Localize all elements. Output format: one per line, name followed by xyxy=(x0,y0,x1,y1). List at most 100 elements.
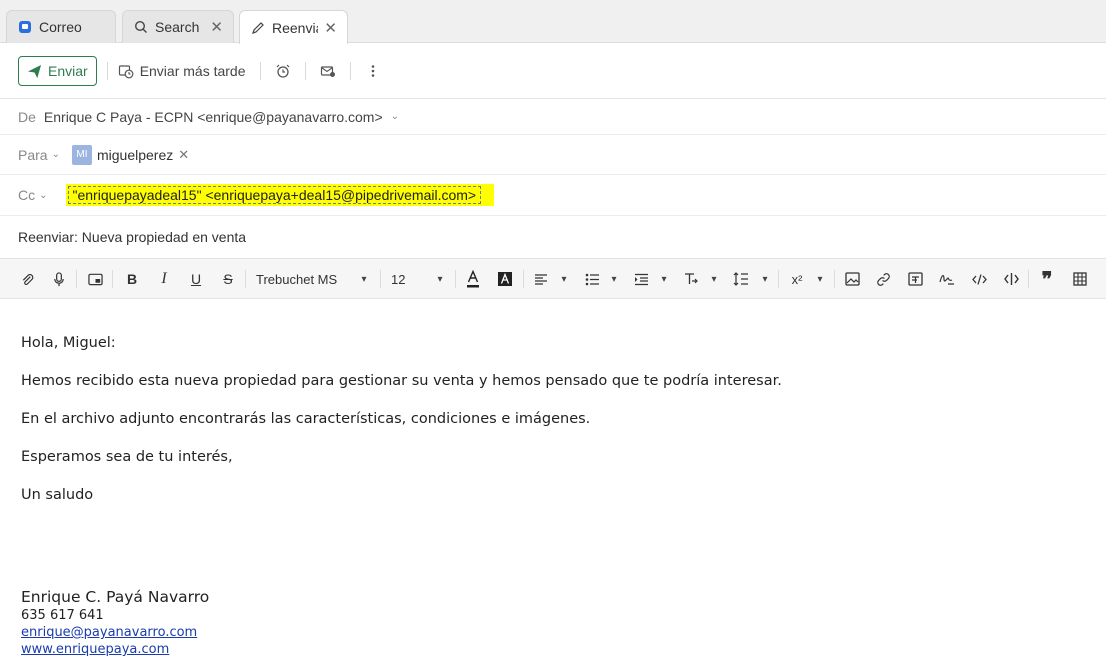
from-value: Enrique C Paya - ECPN <enrique@payanavar… xyxy=(43,108,383,125)
align-left-icon[interactable] xyxy=(532,269,550,289)
remove-recipient-icon[interactable]: ✕ xyxy=(178,147,189,163)
close-icon[interactable]: ✕ xyxy=(210,18,223,36)
table-icon[interactable] xyxy=(1071,269,1089,289)
tab-search[interactable]: Search ✕ xyxy=(122,10,234,43)
mail-app-icon xyxy=(17,19,33,35)
body-paragraph: Esperamos sea de tu interés, xyxy=(21,449,233,465)
subject-field[interactable]: Reenviar: Nueva propiedad en venta xyxy=(0,216,1106,258)
chevron-down-icon[interactable]: ▾ xyxy=(658,269,670,289)
subject-input[interactable]: Reenviar: Nueva propiedad en venta xyxy=(18,229,246,245)
divider xyxy=(455,270,456,288)
bold-button[interactable]: B xyxy=(123,269,141,289)
mail-tracking-icon[interactable] xyxy=(316,59,340,83)
divider xyxy=(304,62,306,80)
superscript-button[interactable]: x² xyxy=(787,269,807,289)
font-family-select[interactable]: Trebuchet MS xyxy=(256,269,338,289)
send-later-label: Enviar más tarde xyxy=(139,63,246,79)
text-color-icon[interactable] xyxy=(464,269,482,289)
cc-label-group[interactable]: Cc ⌄ xyxy=(18,187,48,203)
send-label: Enviar xyxy=(48,63,88,79)
indent-icon[interactable] xyxy=(632,269,650,289)
tab-correo[interactable]: Correo xyxy=(6,10,116,43)
signature-block: Enrique C. Payá Navarro 635 617 641 enri… xyxy=(21,588,209,658)
chevron-down-icon[interactable]: ▾ xyxy=(358,269,370,289)
signature-email-link[interactable]: enrique@payanavarro.com xyxy=(21,624,209,641)
divider xyxy=(380,270,381,288)
quote-icon[interactable]: ❞ xyxy=(1038,269,1056,291)
to-label: Para xyxy=(18,146,48,163)
avatar: MI xyxy=(71,144,92,165)
cc-value: "enriquepayadeal15" <enriquepaya+deal15@… xyxy=(67,186,482,204)
send-button[interactable]: Enviar xyxy=(18,56,97,86)
divider xyxy=(245,270,246,288)
compose-action-bar: Enviar Enviar más tarde xyxy=(0,44,1106,99)
signature-name: Enrique C. Payá Navarro xyxy=(21,588,210,606)
font-size-select[interactable]: 12 xyxy=(391,269,411,289)
chevron-down-icon[interactable]: ▾ xyxy=(708,269,720,289)
image-icon[interactable] xyxy=(843,269,861,289)
tab-reenviar[interactable]: Reenviar: N ✕ xyxy=(239,10,348,44)
divider xyxy=(112,270,113,288)
send-icon xyxy=(27,64,42,78)
schedule-send-icon xyxy=(118,65,134,79)
close-icon[interactable]: ✕ xyxy=(324,19,337,37)
strikethrough-button[interactable]: S xyxy=(219,269,237,289)
recipient-chip[interactable]: MI miguelperez ✕ xyxy=(71,144,189,165)
tab-bar: Correo Search ✕ Reenviar: N ✕ xyxy=(0,0,1106,44)
link-icon[interactable] xyxy=(874,269,892,289)
chevron-down-icon[interactable]: ▾ xyxy=(608,269,620,289)
line-height-icon[interactable] xyxy=(732,269,750,289)
divider xyxy=(106,62,108,80)
signature-icon[interactable] xyxy=(938,269,956,289)
to-label-group[interactable]: Para ⌄ xyxy=(18,147,60,163)
highlight-color-icon[interactable] xyxy=(496,269,514,289)
divider xyxy=(778,270,779,288)
message-body[interactable]: Hola, Miguel: Hemos recibido esta nueva … xyxy=(21,334,1081,524)
microphone-icon[interactable] xyxy=(50,269,68,289)
cc-input[interactable]: "enriquepayadeal15" <enriquepaya+deal15@… xyxy=(65,184,494,206)
body-paragraph: En el archivo adjunto encontrarás las ca… xyxy=(21,411,591,427)
underline-button[interactable]: U xyxy=(187,269,205,289)
body-paragraph: Hola, Miguel: xyxy=(21,335,116,351)
italic-button[interactable]: I xyxy=(155,269,173,289)
cc-label: Cc xyxy=(18,187,36,203)
signature-phone: 635 617 641 xyxy=(21,608,104,623)
from-label: De xyxy=(18,108,36,125)
chevron-down-icon[interactable]: ⌄ xyxy=(391,111,399,122)
divider xyxy=(834,270,835,288)
chevron-down-icon: ⌄ xyxy=(51,149,60,160)
send-later-button[interactable]: Enviar más tarde xyxy=(118,63,246,79)
tab-label: Reenviar: N xyxy=(272,19,318,36)
chevron-down-icon[interactable]: ▾ xyxy=(434,269,446,289)
alarm-clock-icon[interactable] xyxy=(271,59,295,83)
tab-label: Correo xyxy=(39,19,82,35)
code-icon[interactable] xyxy=(970,269,988,289)
more-options-icon[interactable] xyxy=(361,59,385,83)
chevron-down-icon[interactable]: ▾ xyxy=(814,269,826,289)
template-icon[interactable] xyxy=(86,269,104,289)
cc-field[interactable]: Cc ⌄ "enriquepayadeal15" <enriquepaya+de… xyxy=(0,175,1106,216)
signature-web-link[interactable]: www.enriquepaya.com xyxy=(21,641,209,658)
editor-toolbar: B I U S Trebuchet MS ▾ 12 ▾ ▾ ▾ ▾ ▾ ▾ x²… xyxy=(0,258,1106,299)
recipient-name: miguelperez xyxy=(96,146,174,163)
divider xyxy=(76,270,77,288)
to-field[interactable]: Para ⌄ MI miguelperez ✕ xyxy=(0,135,1106,175)
insert-field-icon[interactable] xyxy=(906,269,924,289)
body-paragraph: Un saludo xyxy=(21,487,94,503)
chevron-down-icon: ⌄ xyxy=(39,189,48,201)
pencil-icon xyxy=(250,20,266,36)
text-direction-icon[interactable] xyxy=(682,269,700,289)
divider xyxy=(1028,270,1029,288)
tab-label: Search xyxy=(155,19,200,35)
divider xyxy=(349,62,351,80)
from-field[interactable]: De Enrique C Paya - ECPN <enrique@payana… xyxy=(0,99,1106,135)
search-icon xyxy=(133,19,149,35)
divider xyxy=(523,270,524,288)
attachment-icon[interactable] xyxy=(18,269,36,289)
body-paragraph: Hemos recibido esta nueva propiedad para… xyxy=(21,373,782,389)
divider xyxy=(259,62,261,80)
chevron-down-icon[interactable]: ▾ xyxy=(558,269,570,289)
bullet-list-icon[interactable] xyxy=(583,269,601,289)
source-code-icon[interactable] xyxy=(1002,269,1020,289)
chevron-down-icon[interactable]: ▾ xyxy=(759,269,771,289)
